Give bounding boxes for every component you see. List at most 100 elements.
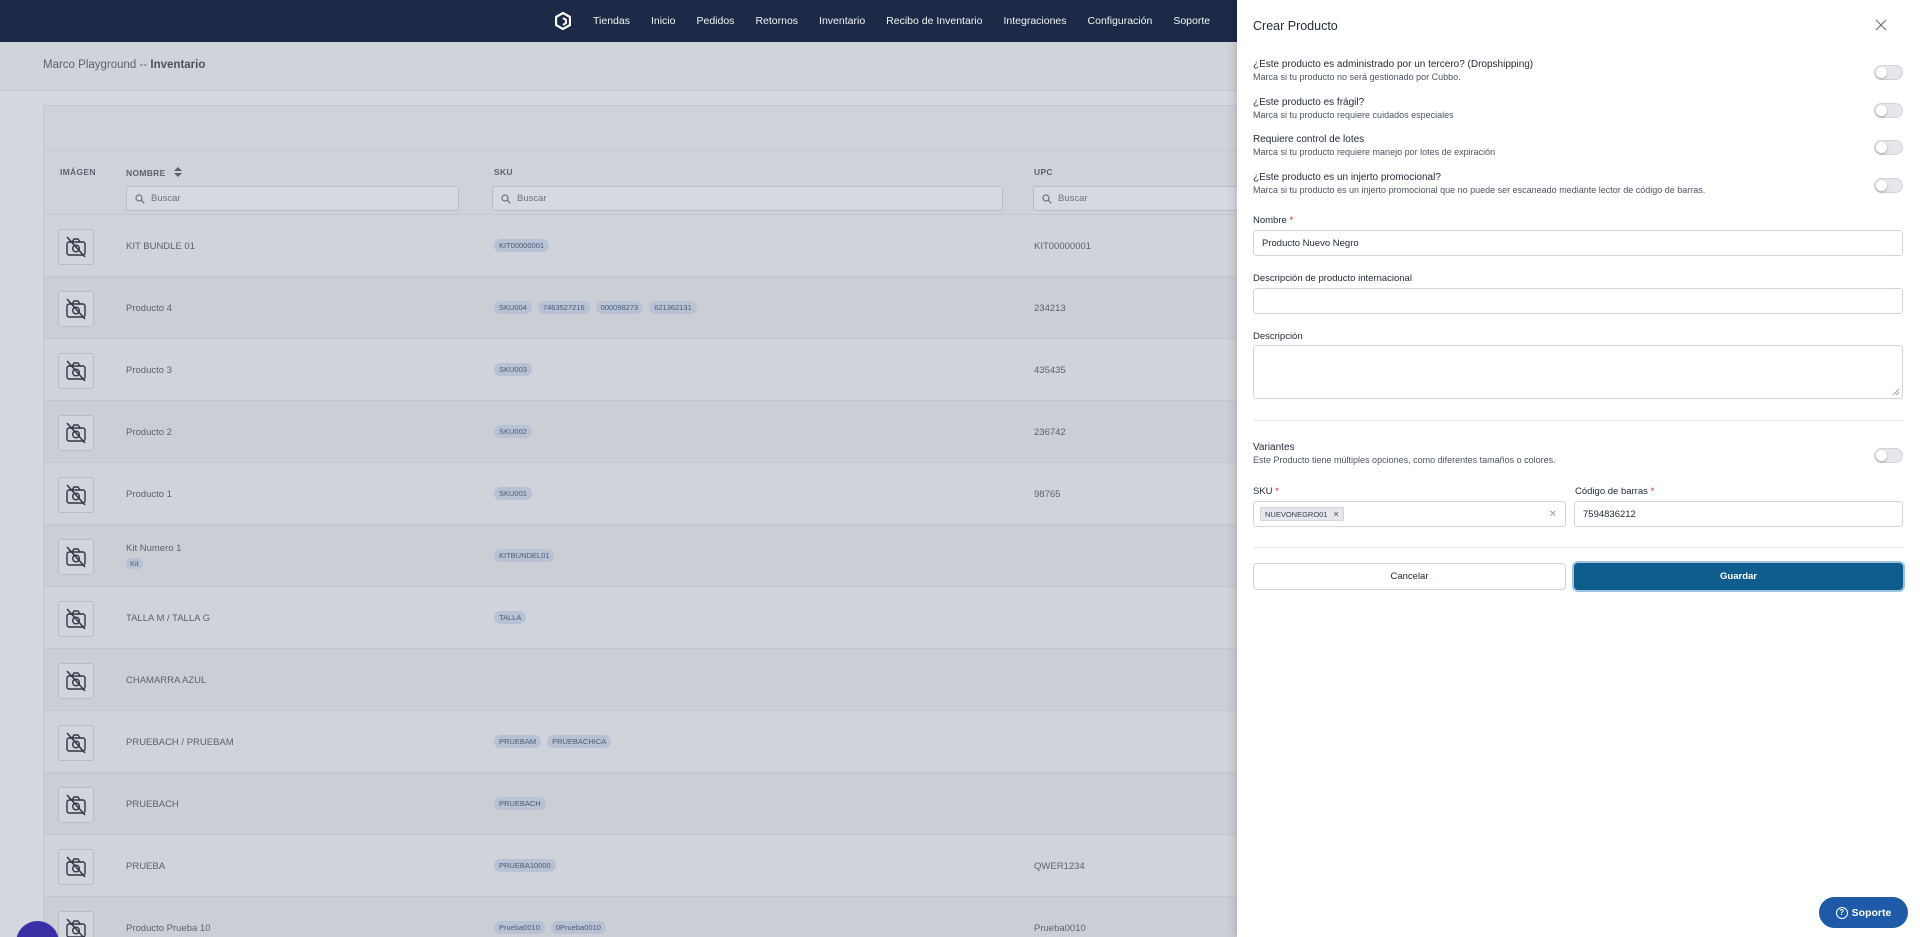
no-image-icon: [66, 360, 86, 382]
close-icon[interactable]: [1874, 18, 1888, 32]
nav-link-pedidos[interactable]: Pedidos: [696, 15, 734, 27]
table-row[interactable]: Producto 3 SKU003 435435: [44, 339, 1242, 401]
column-header-image: IMÁGEN: [60, 167, 96, 177]
nav-link-recibo-inventario[interactable]: Recibo de Inventario: [886, 15, 982, 27]
sku-badge: PRUEBA10000: [494, 859, 556, 872]
save-button[interactable]: Guardar: [1574, 563, 1903, 590]
breadcrumb-store[interactable]: Marco Playground: [43, 59, 136, 71]
table-row[interactable]: Kit Numero 1 Kit KITBUNDEL01: [44, 525, 1242, 587]
upc-filter-input[interactable]: Buscar: [1033, 186, 1253, 211]
barcode-input[interactable]: 7594836212: [1574, 501, 1903, 527]
sku-badge: 0Prueba0010: [550, 921, 606, 934]
product-thumbnail: [58, 911, 94, 937]
nav-links: Tiendas Inicio Pedidos Retornos Inventar…: [555, 0, 1231, 42]
dropshipping-toggle[interactable]: [1874, 65, 1903, 80]
column-header-name-label: NOMBRE: [126, 168, 166, 178]
toggle-title: ¿Este producto es frágil?: [1253, 97, 1365, 108]
table-row[interactable]: KIT BUNDLE 01 KIT00000001 KIT00000001: [44, 215, 1242, 277]
sku-filter-input[interactable]: Buscar: [492, 186, 1003, 211]
sku-multi-input[interactable]: NUEVONEGRO01 × ✕: [1253, 501, 1566, 527]
product-name: PRUEBA: [126, 861, 165, 872]
product-name-text: Producto 3: [126, 365, 172, 376]
panel-title: Crear Producto: [1253, 19, 1338, 33]
no-image-icon: [66, 608, 86, 630]
table-row[interactable]: PRUEBACH PRUEBACH: [44, 773, 1242, 835]
product-name-text: Producto 2: [126, 427, 172, 438]
nav-link-configuracion[interactable]: Configuración: [1088, 15, 1153, 27]
sku-cell: SKU001: [494, 487, 532, 500]
resize-handle-icon[interactable]: [1892, 388, 1900, 396]
required-mark: *: [1275, 486, 1279, 497]
no-image-icon: [66, 794, 86, 816]
upc-cell: 234213: [1034, 303, 1066, 314]
nav-link-inventario[interactable]: Inventario: [819, 15, 865, 27]
name-filter-input[interactable]: Buscar: [126, 186, 459, 211]
description-textarea[interactable]: [1253, 345, 1903, 399]
table-row[interactable]: Producto 4 SKU004 7463527216 000098273 62136…: [44, 277, 1242, 339]
column-header-name[interactable]: NOMBRE: [126, 167, 183, 178]
table-header: IMÁGEN NOMBRE SKU UPC Buscar Buscar Busc…: [44, 151, 1253, 215]
variants-toggle[interactable]: [1874, 448, 1903, 463]
sku-cell: SKU003: [494, 363, 532, 376]
nav-link-tiendas[interactable]: Tiendas: [593, 15, 630, 27]
sku-badge: TALLA: [494, 611, 527, 624]
support-button[interactable]: ? Soporte: [1819, 897, 1908, 928]
sku-cell: SKU004 7463527216 000098273 621362131: [494, 301, 697, 314]
product-name-text: KIT BUNDLE 01: [126, 241, 195, 252]
breadcrumb-section: Inventario: [150, 59, 206, 71]
nav-link-soporte[interactable]: Soporte: [1173, 15, 1210, 27]
table-row[interactable]: PRUEBACH / PRUEBAM PRUEBAM PRUEBACHICA: [44, 711, 1242, 773]
promotional-insert-toggle[interactable]: [1874, 178, 1903, 193]
sku-badge: 621362131: [649, 301, 697, 314]
table-row[interactable]: Producto 2 SKU002 236742: [44, 401, 1242, 463]
product-name: CHAMARRA AZUL: [126, 675, 206, 686]
sku-filter-placeholder: Buscar: [517, 193, 547, 204]
toggle-row-dropshipping: ¿Este producto es administrado por un te…: [1253, 59, 1903, 82]
sort-icon[interactable]: [174, 167, 183, 177]
clear-icon[interactable]: ✕: [1549, 509, 1557, 520]
upc-cell: 98765: [1034, 489, 1061, 500]
nav-link-retornos[interactable]: Retornos: [755, 15, 798, 27]
table-row[interactable]: TALLA M / TALLA G TALLA: [44, 587, 1242, 649]
intl-description-input[interactable]: [1253, 288, 1903, 314]
cancel-button[interactable]: Cancelar: [1253, 563, 1566, 590]
variants-description: Este Producto tiene múltiples opciones, …: [1253, 455, 1556, 465]
table-row[interactable]: Producto Prueba 10 Prueba0010 0Prueba0010 P…: [44, 897, 1242, 937]
sku-cell: KIT00000001: [494, 239, 550, 252]
remove-chip-icon[interactable]: ×: [1334, 509, 1339, 519]
product-thumbnail: [58, 725, 94, 761]
product-thumbnail: [58, 291, 94, 327]
sku-cell: TALLA: [494, 611, 527, 624]
sku-cell: PRUEBACH: [494, 797, 546, 810]
table-row[interactable]: CHAMARRA AZUL: [44, 649, 1242, 711]
product-name: TALLA M / TALLA G: [126, 613, 210, 624]
name-input-value: Producto Nuevo Negro: [1262, 237, 1359, 249]
product-name-text: PRUEBACH: [126, 799, 179, 810]
upc-cell: 435435: [1034, 365, 1066, 376]
product-name-text: CHAMARRA AZUL: [126, 675, 207, 686]
table-row[interactable]: PRUEBA PRUEBA10000 QWER1234: [44, 835, 1242, 897]
required-mark: *: [1289, 215, 1294, 226]
toggle-knob: [1876, 180, 1887, 191]
barcode-value: 7594836212: [1583, 508, 1636, 520]
sku-badge: 7463527216: [537, 301, 590, 314]
no-image-icon: [66, 732, 86, 754]
lot-control-toggle[interactable]: [1874, 140, 1903, 155]
description-label: Descripción: [1253, 331, 1303, 342]
fragile-toggle[interactable]: [1874, 103, 1903, 118]
sku-badge: SKU002: [494, 425, 532, 438]
sku-badge: KIT00000001: [494, 239, 550, 252]
nav-link-inicio[interactable]: Inicio: [651, 15, 676, 27]
sku-badge: PRUEBAM: [494, 735, 542, 748]
toggle-row-promotional-insert: ¿Este producto es un injerto promocional…: [1253, 172, 1903, 195]
name-input[interactable]: Producto Nuevo Negro: [1253, 230, 1903, 256]
sku-badge: Prueba0010: [494, 921, 545, 934]
product-thumbnail: [58, 477, 94, 513]
toggle-row-variants: Variantes Este Producto tiene múltiples …: [1253, 442, 1903, 465]
search-icon: [501, 193, 511, 204]
table-row[interactable]: Producto 1 SKU001 98765: [44, 463, 1242, 525]
nav-link-integraciones[interactable]: Integraciones: [1003, 15, 1066, 27]
barcode-label-text: Código de barras: [1575, 486, 1648, 497]
cubbo-logo-icon[interactable]: [555, 12, 571, 30]
barcode-label: Código de barras *: [1575, 486, 1654, 497]
